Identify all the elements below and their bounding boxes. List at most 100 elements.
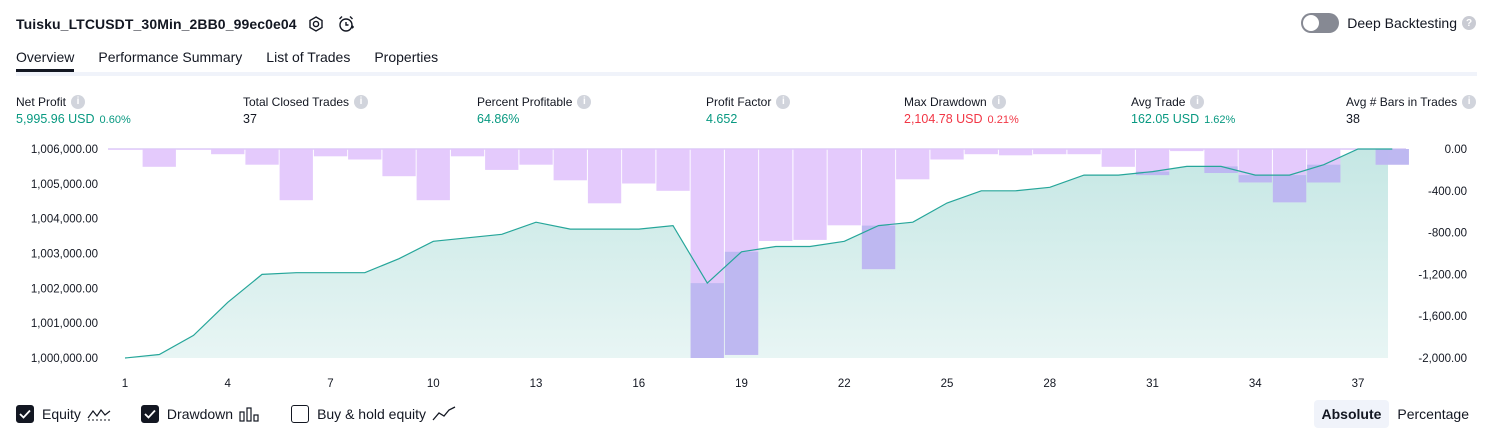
drawdown-bar-overlap [690,283,724,358]
metric-value: 162.05 USD [1131,112,1200,126]
drawdown-bar [108,149,142,150]
help-icon[interactable]: ? [1462,16,1476,30]
x-tick-label: 16 [632,378,645,390]
x-tick-label: 4 [225,378,232,390]
drawdown-bar [622,149,656,184]
metric-value: 37 [243,112,257,126]
equity-checkbox[interactable] [16,405,34,423]
x-tick-label: 19 [735,378,748,390]
y-left-tick-label: 1,002,000.00 [31,283,98,295]
metric-total-closed-trades: Total Closed Trades i 37 [243,93,369,126]
drawdown-bar [450,149,485,157]
tab-list-of-trades[interactable]: List of Trades [266,46,350,72]
drawdown-bar [211,149,245,155]
drawdown-bar [416,149,450,201]
metric-label: Profit Factor [706,94,772,109]
chart-legend: Equity Drawdown Buy & hold equity [16,403,486,425]
metric-percent: 1.62% [1204,114,1236,126]
drawdown-bar [348,149,382,160]
drawdown-bar [793,149,827,240]
metric-profit-factor: Profit Factor i 4.652 [706,93,791,126]
buy-hold-line-icon [432,406,456,422]
strategy-name: Tuisku_LTCUSDT_30Min_2BB0_99ec0e04 [16,16,297,32]
x-tick-label: 31 [1146,378,1159,390]
metric-net-profit: Net Profit i 5,995.96 USD 0.60% [16,93,131,126]
drawdown-bars-icon [239,406,261,422]
metric-value: 5,995.96 USD [16,112,95,126]
x-tick-label: 10 [427,378,440,390]
absolute-button[interactable]: Absolute [1313,400,1390,428]
y-left-tick-label: 1,000,000.00 [31,353,98,365]
tab-bar: Overview Performance Summary List of Tra… [16,46,1477,76]
strategy-header: Tuisku_LTCUSDT_30Min_2BB0_99ec0e04 [16,12,357,36]
y-right-tick-label: -800.00 [1428,228,1467,240]
legend-drawdown[interactable]: Drawdown [140,405,261,423]
drawdown-bar [930,149,964,160]
drawdown-bar-overlap [1238,175,1272,183]
metric-label: Total Closed Trades [243,94,350,109]
deep-backtesting-toggle[interactable] [1301,13,1340,33]
y-left-tick-label: 1,003,000.00 [31,249,98,261]
metric-avg-bars: Avg # Bars in Trades i 38 [1346,93,1477,126]
metric-value: 2,104.78 USD [904,112,983,126]
info-icon[interactable]: i [1462,94,1477,109]
settings-icon[interactable] [305,13,327,35]
info-icon[interactable]: i [1190,94,1205,109]
x-tick-label: 13 [530,378,543,390]
legend-buy-hold[interactable]: Buy & hold equity [291,405,456,423]
y-right-tick-label: -1,600.00 [1418,311,1467,323]
metric-label: Percent Profitable [477,94,573,109]
buy-hold-checkbox[interactable] [291,405,310,423]
drawdown-bar [313,149,348,157]
toggle-knob [1303,15,1320,31]
x-tick-label: 22 [838,378,851,390]
drawdown-bar [896,149,930,180]
info-icon[interactable]: i [71,94,86,109]
percentage-button[interactable]: Percentage [1389,400,1477,428]
info-icon[interactable]: i [991,94,1006,109]
x-tick-label: 34 [1249,378,1262,390]
tab-performance-summary[interactable]: Performance Summary [98,46,242,72]
drawdown-bar [1033,149,1067,155]
equity-area [125,149,1393,358]
metric-value: 64.86% [477,112,520,126]
metric-avg-trade: Avg Trade i 162.05 USD 1.62% [1131,93,1235,126]
drawdown-bar [1101,149,1135,167]
info-icon[interactable]: i [354,94,369,109]
tab-properties[interactable]: Properties [374,46,438,72]
drawdown-bar [1170,149,1204,152]
drawdown-bar-overlap [1272,175,1307,203]
buy-hold-label: Buy & hold equity [317,406,427,422]
drawdown-bar-overlap [1375,149,1409,165]
drawdown-bar [587,149,622,204]
drawdown-bar [656,149,690,191]
x-tick-label: 1 [122,378,128,390]
drawdown-bar [827,149,861,226]
drawdown-bar [1067,149,1101,155]
equity-drawdown-chart: 1,000,000.00 1,001,000.00 1,002,000.00 1,00… [31,144,1467,390]
tab-overview[interactable]: Overview [16,46,75,72]
drawdown-bar [245,149,279,165]
drawdown-bar [176,149,211,150]
drawdown-bar [142,149,176,167]
metric-max-drawdown: Max Drawdown i 2,104.78 USD 0.21% [904,93,1019,126]
metric-percent: 0.60% [99,114,131,126]
drawdown-bar [759,149,793,241]
drawdown-bar-overlap [861,225,896,270]
y-right-tick-label: -2,000.00 [1418,353,1467,365]
x-tick-label: 7 [327,378,333,390]
y-left-tick-label: 1,004,000.00 [31,214,98,226]
info-icon[interactable]: i [577,94,592,109]
deep-backtesting-label: Deep Backtesting [1347,15,1457,31]
deep-backtesting: Deep Backtesting ? [1301,13,1476,33]
info-icon[interactable]: i [776,94,791,109]
equity-line-icon [87,406,111,422]
y-left-tick-label: 1,001,000.00 [31,318,98,330]
drawdown-bar [553,149,587,181]
legend-equity[interactable]: Equity [16,405,111,423]
refresh-alarm-icon[interactable] [335,13,357,35]
metric-label: Net Profit [16,94,67,109]
y-left-tick-label: 1,006,000.00 [31,144,98,156]
drawdown-checkbox[interactable] [140,405,159,423]
drawdown-bar [998,149,1033,156]
